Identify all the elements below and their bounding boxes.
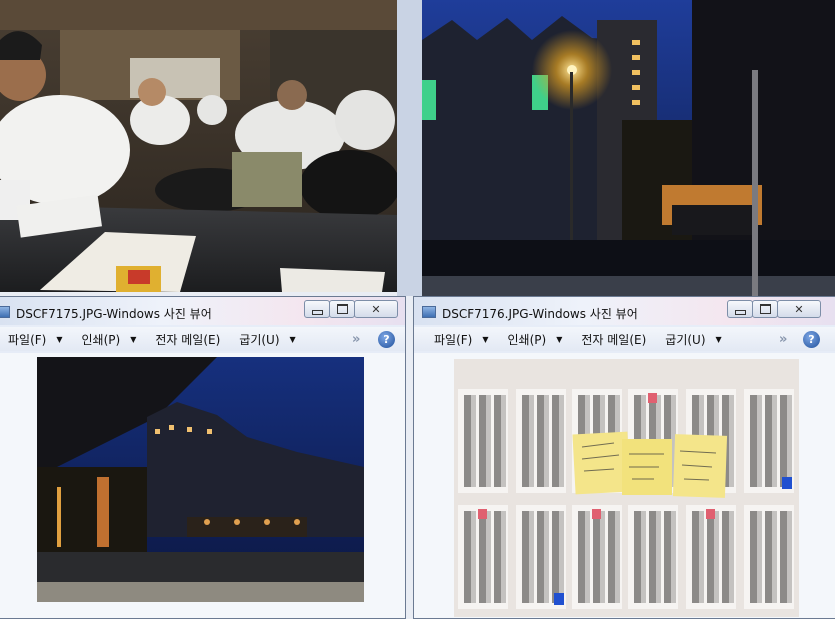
menu-bar: 파일(F) ▼ 인쇄(P) ▼ 전자 메일(E) 굽기(U) ▼ » ? bbox=[0, 327, 405, 351]
photo-hotel-night bbox=[422, 0, 835, 296]
minimize-icon bbox=[311, 309, 323, 315]
close-button[interactable]: ✕ bbox=[777, 300, 821, 318]
minimize-button[interactable] bbox=[727, 300, 753, 318]
menu-print[interactable]: 인쇄(P) ▼ bbox=[508, 331, 563, 348]
window-title: DSCF7176.JPG-Windows 사진 뷰어 bbox=[442, 307, 638, 321]
chevron-down-icon: ▼ bbox=[130, 334, 137, 344]
more-commands-icon[interactable]: » bbox=[779, 332, 787, 347]
schedule-sheet bbox=[516, 389, 566, 493]
menu-bar: 파일(F) ▼ 인쇄(P) ▼ 전자 메일(E) 굽기(U) ▼ » ? bbox=[414, 327, 835, 351]
menu-email[interactable]: 전자 메일(E) bbox=[581, 331, 646, 348]
help-button[interactable]: ? bbox=[378, 330, 395, 348]
schedule-sheet bbox=[458, 389, 508, 493]
chevron-down-icon: ▼ bbox=[56, 334, 63, 344]
close-icon: ✕ bbox=[794, 302, 804, 316]
schedule-sheet bbox=[458, 505, 508, 609]
minimize-button[interactable] bbox=[304, 300, 330, 318]
chevron-down-icon: ▼ bbox=[715, 334, 722, 344]
schedule-sheet bbox=[516, 505, 566, 609]
schedule-sheet bbox=[572, 505, 622, 609]
menu-burn[interactable]: 굽기(U) ▼ bbox=[239, 331, 295, 348]
menu-burn[interactable]: 굽기(U) ▼ bbox=[665, 331, 721, 348]
maximize-button[interactable] bbox=[752, 300, 778, 318]
photo-viewer-window-2[interactable]: DSCF7176.JPG-Windows 사진 뷰어 ✕ 파일(F) ▼ 인쇄(P… bbox=[413, 296, 835, 619]
title-bar[interactable]: DSCF7176.JPG-Windows 사진 뷰어 ✕ bbox=[414, 297, 835, 325]
menu-file[interactable]: 파일(F) ▼ bbox=[8, 331, 63, 348]
photo-building-evening bbox=[37, 357, 364, 602]
image-photo-icon bbox=[0, 306, 10, 318]
chevron-down-icon: ▼ bbox=[482, 334, 489, 344]
photo-viewer-canvas bbox=[414, 353, 835, 618]
photo-viewer-canvas bbox=[0, 353, 405, 618]
more-commands-icon[interactable]: » bbox=[352, 332, 360, 347]
chevron-down-icon: ▼ bbox=[289, 334, 296, 344]
photo-dining-room bbox=[0, 0, 397, 292]
help-button[interactable]: ? bbox=[803, 330, 820, 348]
chevron-down-icon: ▼ bbox=[556, 334, 563, 344]
image-photo-icon bbox=[422, 306, 436, 318]
photo-schedule-sheets bbox=[454, 359, 799, 617]
schedule-sheet bbox=[744, 389, 794, 493]
maximize-icon bbox=[336, 304, 348, 314]
menu-file[interactable]: 파일(F) ▼ bbox=[434, 331, 489, 348]
minimize-icon bbox=[734, 309, 746, 315]
window-title: DSCF7175.JPG-Windows 사진 뷰어 bbox=[16, 307, 212, 321]
menu-print[interactable]: 인쇄(P) ▼ bbox=[82, 331, 137, 348]
window-divider bbox=[397, 0, 422, 296]
schedule-sheet bbox=[744, 505, 794, 609]
title-bar[interactable]: DSCF7175.JPG-Windows 사진 뷰어 ✕ bbox=[0, 297, 405, 325]
sticky-note bbox=[572, 431, 631, 495]
maximize-icon bbox=[759, 304, 771, 314]
close-icon: ✕ bbox=[371, 302, 381, 316]
maximize-button[interactable] bbox=[329, 300, 355, 318]
photo-viewer-window-1[interactable]: DSCF7175.JPG-Windows 사진 뷰어 ✕ 파일(F) ▼ 인쇄(P… bbox=[0, 296, 406, 619]
schedule-sheet bbox=[628, 505, 678, 609]
schedule-sheet bbox=[686, 505, 736, 609]
close-button[interactable]: ✕ bbox=[354, 300, 398, 318]
menu-email[interactable]: 전자 메일(E) bbox=[155, 331, 220, 348]
